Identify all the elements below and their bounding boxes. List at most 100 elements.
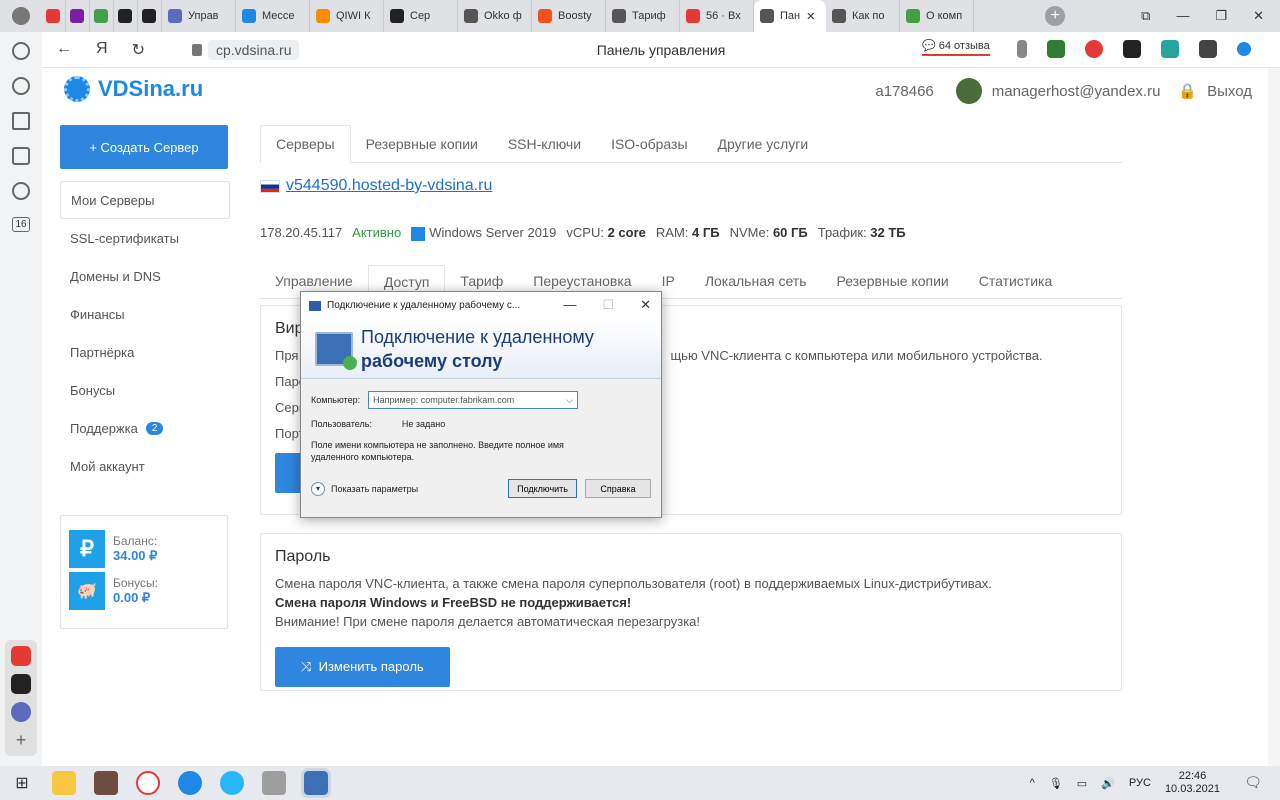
microphone-icon[interactable]: 🎙 bbox=[1049, 777, 1063, 790]
change-password-button[interactable]: ⤨ Изменить пароль bbox=[275, 646, 450, 687]
logo[interactable]: VDSina.ru bbox=[64, 76, 203, 102]
edge-icon[interactable] bbox=[178, 771, 202, 795]
rdp-taskbar-icon[interactable] bbox=[301, 768, 331, 798]
side-menu-item[interactable]: Поддержка 2 bbox=[60, 409, 230, 447]
bookmarks-icon[interactable] bbox=[12, 112, 30, 130]
messenger-icon[interactable] bbox=[11, 702, 31, 722]
server-tab[interactable]: Резервные копии bbox=[821, 265, 963, 298]
media-icon[interactable] bbox=[12, 182, 30, 200]
restore-icon[interactable]: ⧉ bbox=[1141, 8, 1150, 24]
collections-icon[interactable] bbox=[12, 147, 30, 165]
counter-badge[interactable]: 16 bbox=[12, 217, 30, 232]
side-menu-item[interactable]: SSL-сертификаты bbox=[60, 219, 230, 257]
yandex-button[interactable]: Я bbox=[96, 40, 108, 60]
language-indicator[interactable]: РУС bbox=[1129, 777, 1151, 789]
network-icon[interactable]: ▭ bbox=[1077, 777, 1087, 790]
reviews-link[interactable]: 💬 64 отзыва bbox=[922, 39, 990, 56]
dialog-header-line1: Подключение к удаленному bbox=[361, 326, 594, 347]
top-tab[interactable]: ISO-образы bbox=[596, 125, 702, 162]
mail-icon[interactable] bbox=[11, 646, 31, 666]
browser-tab[interactable] bbox=[66, 0, 90, 32]
extension-icon[interactable] bbox=[1199, 40, 1217, 58]
tab-favicon-icon bbox=[168, 9, 182, 23]
browser-tab[interactable]: Пан ✕ bbox=[754, 0, 826, 32]
chevron-up-icon[interactable]: ^ bbox=[1030, 777, 1035, 789]
back-button[interactable]: ← bbox=[56, 40, 72, 60]
dialog-close-button[interactable]: ✕ bbox=[640, 297, 651, 313]
url-field[interactable]: cp.vdsina.ru bbox=[208, 39, 300, 60]
start-button[interactable]: ⊞ bbox=[0, 773, 44, 793]
notifications-icon[interactable] bbox=[12, 42, 30, 60]
browser-tab[interactable]: Okko ф bbox=[458, 0, 532, 32]
browser-tab[interactable]: Тариф bbox=[606, 0, 680, 32]
extension-icon[interactable] bbox=[1123, 40, 1141, 58]
reload-button[interactable]: ↻ bbox=[132, 40, 145, 60]
browser-tab[interactable]: Мессе bbox=[236, 0, 310, 32]
server-tab[interactable]: Локальная сеть bbox=[690, 265, 822, 298]
app-icon[interactable] bbox=[262, 771, 286, 795]
browser-tab[interactable] bbox=[42, 0, 66, 32]
browser-tab[interactable]: Сер bbox=[384, 0, 458, 32]
close-tab-icon[interactable]: ✕ bbox=[806, 10, 815, 23]
app-icon[interactable] bbox=[94, 771, 118, 795]
extension-shield-icon[interactable] bbox=[1047, 40, 1065, 58]
profile-icon[interactable] bbox=[0, 7, 42, 25]
extension-icon[interactable] bbox=[1161, 40, 1179, 58]
side-menu-label: Бонусы bbox=[70, 382, 116, 398]
notifications-button[interactable]: 🗨 bbox=[1244, 774, 1262, 791]
browser-tab[interactable]: 56 · Вх bbox=[680, 0, 754, 32]
browser-tab[interactable] bbox=[90, 0, 114, 32]
telegram-icon[interactable] bbox=[220, 771, 244, 795]
minimize-button[interactable]: — bbox=[1176, 8, 1189, 24]
bookmark-icon[interactable] bbox=[1017, 40, 1027, 58]
tab-label: QIWI К bbox=[336, 10, 371, 22]
server-ip: 178.20.45.117 bbox=[260, 225, 343, 241]
dialog-titlebar[interactable]: Подключение к удаленному рабочему с... —… bbox=[301, 292, 661, 319]
close-button[interactable]: ✕ bbox=[1253, 8, 1264, 24]
side-menu-item[interactable]: Домены и DNS bbox=[60, 257, 230, 295]
server-name-link[interactable]: v544590.hosted-by-vdsina.ru bbox=[286, 177, 492, 195]
yandex-browser-icon[interactable] bbox=[136, 771, 160, 795]
adblock-icon[interactable] bbox=[1085, 40, 1103, 58]
top-tab[interactable]: Другие услуги bbox=[703, 125, 824, 162]
help-button[interactable]: Справка bbox=[585, 479, 651, 498]
dialog-minimize-button[interactable]: — bbox=[563, 297, 576, 313]
logout-link[interactable]: Выход bbox=[1207, 83, 1252, 100]
browser-tab[interactable] bbox=[138, 0, 162, 32]
browser-tab[interactable]: QIWI К bbox=[310, 0, 384, 32]
history-icon[interactable] bbox=[12, 77, 30, 95]
create-server-button[interactable]: + Создать Сервер bbox=[60, 125, 228, 169]
connect-button[interactable]: Подключить bbox=[508, 479, 577, 498]
browser-tab[interactable]: Управ bbox=[162, 0, 236, 32]
page-scrollbar[interactable] bbox=[1268, 68, 1280, 766]
bonus-value: 0.00 ₽ bbox=[113, 590, 151, 605]
camera-icon[interactable] bbox=[11, 674, 31, 694]
clock[interactable]: 22:46 10.03.2021 bbox=[1165, 770, 1220, 796]
side-menu-item[interactable]: Мои Серверы bbox=[60, 181, 230, 219]
side-menu-item[interactable]: Финансы bbox=[60, 295, 230, 333]
top-tab[interactable]: SSH-ключи bbox=[493, 125, 596, 162]
side-menu-item[interactable]: Бонусы bbox=[60, 371, 230, 409]
browser-tab[interactable]: Boosty bbox=[532, 0, 606, 32]
show-params-toggle[interactable]: ▾ Показать параметры bbox=[311, 481, 500, 496]
top-tab[interactable]: Резервные копии bbox=[351, 125, 493, 162]
side-menu-item[interactable]: Мой аккаунт bbox=[60, 447, 230, 485]
downloads-icon[interactable] bbox=[1237, 42, 1251, 56]
browser-tab[interactable]: О комп bbox=[900, 0, 974, 32]
server-tab[interactable]: Статистика bbox=[964, 265, 1068, 298]
tab-label: Мессе bbox=[262, 10, 295, 22]
new-tab-button[interactable]: + bbox=[1045, 6, 1066, 26]
user-email[interactable]: managerhost@yandex.ru bbox=[992, 83, 1161, 100]
browser-tab[interactable]: Как по bbox=[826, 0, 900, 32]
browser-tab[interactable] bbox=[114, 0, 138, 32]
maximize-button[interactable]: ❐ bbox=[1215, 8, 1227, 24]
add-app-icon[interactable]: + bbox=[11, 730, 31, 750]
side-menu-item[interactable]: Партнёрка bbox=[60, 333, 230, 371]
tab-label: 56 · Вх bbox=[706, 10, 741, 22]
avatar[interactable] bbox=[955, 78, 982, 104]
chevron-down-icon[interactable]: ⌵ bbox=[566, 395, 573, 406]
volume-icon[interactable]: 🔊 bbox=[1101, 777, 1115, 790]
computer-combobox[interactable]: Например: computer.fabrikam.com ⌵ bbox=[368, 391, 579, 409]
file-explorer-icon[interactable] bbox=[52, 771, 76, 795]
top-tab[interactable]: Серверы bbox=[260, 125, 351, 163]
